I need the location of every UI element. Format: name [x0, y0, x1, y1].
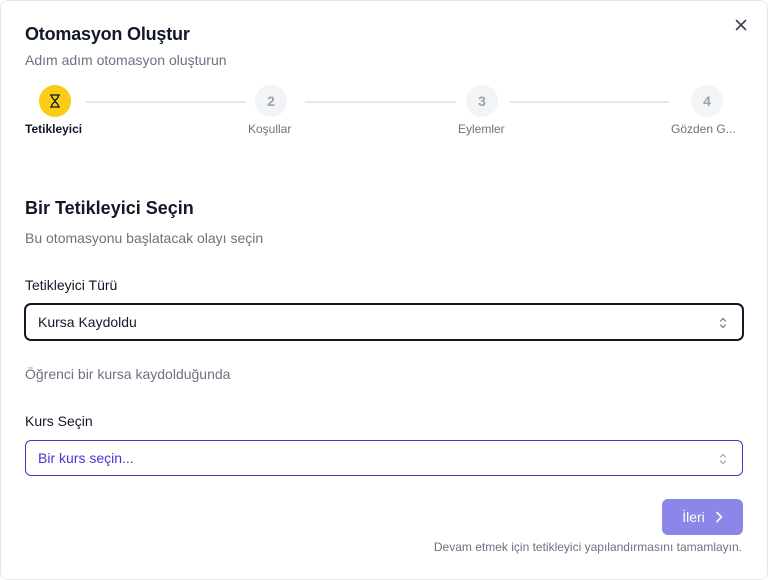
step-label-actions: Eylemler — [458, 122, 505, 136]
hourglass-icon — [49, 94, 61, 108]
dialog-subtitle: Adım adım otomasyon oluşturun — [25, 52, 227, 68]
chevron-right-icon — [715, 511, 723, 523]
footer-note: Devam etmek için tetikleyici yapılandırm… — [433, 540, 742, 554]
chevron-up-down-icon — [719, 317, 727, 329]
section-description: Bu otomasyonu başlatacak olayı seçin — [25, 230, 264, 246]
dialog-title: Otomasyon Oluştur — [25, 24, 190, 44]
step-label-review: Gözden G... — [671, 122, 736, 136]
step-circle — [39, 85, 71, 117]
step-circle: 4 — [691, 85, 723, 117]
step-connector — [86, 101, 246, 103]
course-placeholder: Bir kurs seçin... — [38, 450, 134, 466]
section-title: Bir Tetikleyici Seçin — [25, 198, 194, 218]
stepper: Tetikleyici 2 Koşullar 3 Eylemler 4 Gözd… — [25, 85, 745, 145]
step-label-trigger: Tetikleyici — [25, 122, 83, 136]
create-automation-dialog: Otomasyon Oluştur Adım adım otomasyon ol… — [0, 0, 768, 580]
step-connector — [510, 101, 669, 103]
trigger-type-label: Tetikleyici Türü — [25, 277, 118, 293]
chevron-up-down-icon — [719, 453, 727, 465]
close-icon — [735, 19, 747, 31]
course-select[interactable]: Bir kurs seçin... — [25, 440, 743, 476]
step-circle: 2 — [255, 85, 287, 117]
step-label-conditions: Koşullar — [248, 122, 292, 136]
next-button[interactable]: İleri — [662, 499, 743, 535]
step-connector — [305, 101, 456, 103]
trigger-type-value: Kursa Kaydoldu — [38, 314, 137, 330]
course-label: Kurs Seçin — [25, 413, 93, 429]
step-circle: 3 — [466, 85, 498, 117]
next-button-label: İleri — [682, 509, 705, 525]
trigger-type-hint: Öğrenci bir kursa kaydolduğunda — [25, 366, 231, 382]
close-button[interactable] — [731, 15, 751, 35]
trigger-type-select[interactable]: Kursa Kaydoldu — [25, 304, 743, 340]
